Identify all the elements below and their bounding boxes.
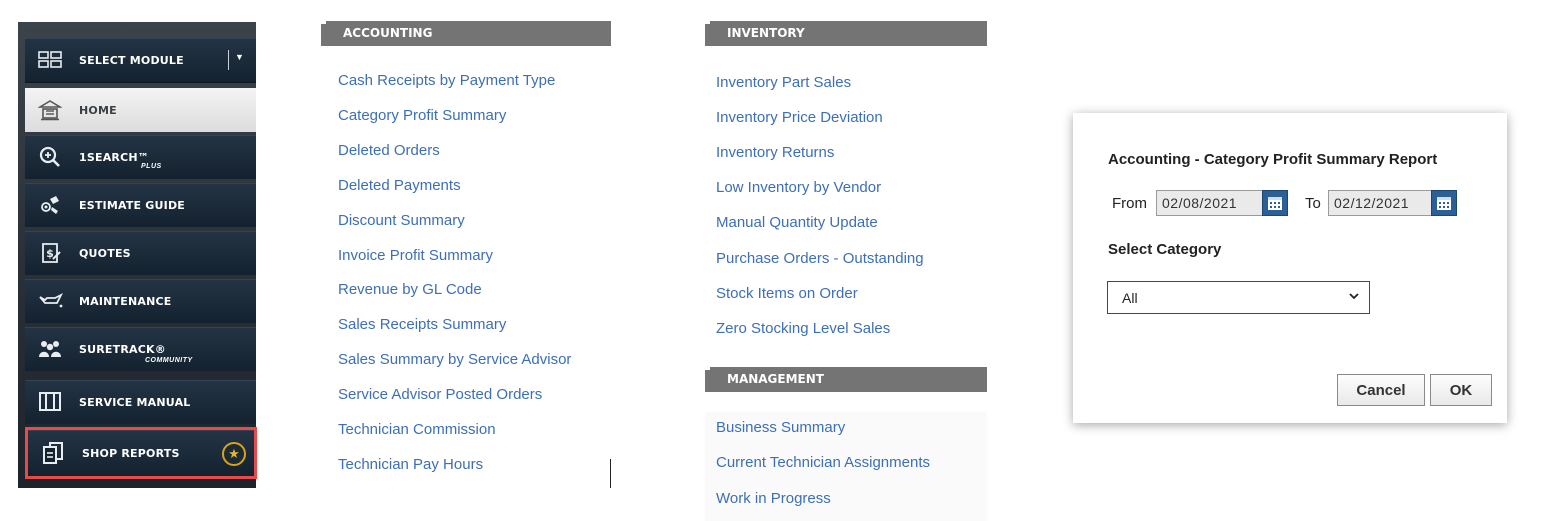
from-date-value: 02/08/2021 bbox=[1162, 195, 1238, 211]
report-link[interactable]: Inventory Returns bbox=[716, 144, 834, 161]
nav-estimate-guide[interactable]: ESTIMATE GUIDE bbox=[25, 183, 256, 227]
home-label: HOME bbox=[79, 103, 117, 117]
favorite-star-icon[interactable]: ★ bbox=[222, 442, 246, 466]
report-link[interactable]: Current Technician Assignments bbox=[716, 454, 930, 471]
report-link[interactable]: Discount Summary bbox=[338, 212, 465, 229]
nav-1search[interactable]: 1SEARCH™ PLUS bbox=[25, 135, 256, 179]
dollar-document-icon: $ bbox=[37, 240, 63, 266]
report-link[interactable]: Deleted Payments bbox=[338, 177, 461, 194]
report-link[interactable]: Inventory Part Sales bbox=[716, 74, 851, 91]
report-link[interactable]: Low Inventory by Vendor bbox=[716, 179, 881, 196]
estimate-guide-label: ESTIMATE GUIDE bbox=[79, 198, 185, 212]
accounting-header: ACCOUNTING bbox=[321, 21, 611, 46]
management-header: MANAGEMENT bbox=[705, 367, 987, 392]
module-sidebar: SELECT MODULE ▼ HOME 1SEARCH™ PLUS ESTIM… bbox=[18, 22, 257, 488]
report-link[interactable]: Category Profit Summary bbox=[338, 107, 506, 124]
maintenance-label: MAINTENANCE bbox=[79, 294, 172, 308]
nav-suretrack[interactable]: SURETRACK® COMMUNITY bbox=[25, 327, 256, 371]
calendar-icon[interactable] bbox=[1431, 190, 1457, 216]
from-date-field[interactable]: 02/08/2021 bbox=[1156, 190, 1288, 216]
category-selected-value: All bbox=[1122, 289, 1138, 306]
chevron-down-icon bbox=[1349, 292, 1369, 303]
select-category-label: Select Category bbox=[1108, 241, 1222, 258]
suretrack-label: SURETRACK® bbox=[79, 342, 166, 356]
report-pages-icon bbox=[40, 440, 66, 466]
quotes-label: QUOTES bbox=[79, 246, 131, 260]
cancel-button[interactable]: Cancel bbox=[1337, 374, 1425, 406]
inventory-header: INVENTORY bbox=[705, 21, 987, 46]
nav-maintenance[interactable]: MAINTENANCE bbox=[25, 279, 256, 323]
report-link[interactable]: Technician Commission bbox=[338, 421, 496, 438]
dialog-title: Accounting - Category Profit Summary Rep… bbox=[1108, 151, 1438, 168]
zoom-search-icon bbox=[37, 144, 63, 170]
report-link[interactable]: Zero Stocking Level Sales bbox=[716, 320, 890, 337]
nav-service-manual[interactable]: SERVICE MANUAL bbox=[25, 380, 256, 424]
report-link[interactable]: Service Advisor Posted Orders bbox=[338, 386, 542, 403]
calendar-icon[interactable] bbox=[1262, 190, 1288, 216]
report-link[interactable]: Revenue by GL Code bbox=[338, 281, 482, 298]
report-link[interactable]: Stock Items on Order bbox=[716, 285, 858, 302]
1search-label: 1SEARCH™ bbox=[79, 150, 149, 164]
oil-can-icon bbox=[37, 288, 63, 314]
report-link[interactable]: Sales Receipts Summary bbox=[338, 316, 506, 333]
book-icon bbox=[37, 389, 63, 415]
category-select[interactable]: All bbox=[1107, 281, 1370, 314]
text-cursor bbox=[610, 459, 611, 488]
nav-quotes[interactable]: $ QUOTES bbox=[25, 231, 256, 275]
report-link[interactable]: Business Summary bbox=[716, 419, 845, 436]
service-manual-label: SERVICE MANUAL bbox=[79, 395, 191, 409]
report-link[interactable]: Sales Summary by Service Advisor bbox=[338, 351, 571, 368]
bank-icon bbox=[37, 97, 63, 123]
report-link[interactable]: Purchase Orders - Outstanding bbox=[716, 250, 924, 267]
report-link[interactable]: Cash Receipts by Payment Type bbox=[338, 72, 555, 89]
report-link[interactable]: Invoice Profit Summary bbox=[338, 247, 493, 264]
report-link[interactable]: Manual Quantity Update bbox=[716, 214, 878, 231]
suretrack-community-label: COMMUNITY bbox=[145, 357, 193, 364]
report-link[interactable]: Inventory Price Deviation bbox=[716, 109, 883, 126]
report-link[interactable]: Work in Progress bbox=[716, 490, 831, 507]
nav-home[interactable]: HOME bbox=[25, 88, 256, 132]
to-date-field[interactable]: 02/12/2021 bbox=[1328, 190, 1457, 216]
1search-plus-label: PLUS bbox=[141, 163, 162, 170]
select-module-button[interactable]: SELECT MODULE ▼ bbox=[25, 38, 256, 83]
select-module-label: SELECT MODULE bbox=[79, 53, 184, 67]
chevron-down-icon[interactable]: ▼ bbox=[235, 52, 249, 66]
report-link[interactable]: Deleted Orders bbox=[338, 142, 440, 159]
from-label: From bbox=[1112, 195, 1147, 212]
community-icon bbox=[37, 336, 63, 362]
car-parts-icon bbox=[37, 192, 63, 218]
divider bbox=[228, 50, 229, 70]
report-parameters-dialog: Accounting - Category Profit Summary Rep… bbox=[1073, 113, 1507, 423]
to-label: To bbox=[1305, 195, 1321, 212]
shop-reports-label: SHOP REPORTS bbox=[82, 446, 180, 460]
to-date-value: 02/12/2021 bbox=[1334, 195, 1410, 211]
nav-shop-reports[interactable]: SHOP REPORTS ★ bbox=[25, 427, 257, 479]
ok-button[interactable]: OK bbox=[1430, 374, 1492, 406]
module-grid-icon bbox=[37, 47, 63, 73]
report-link[interactable]: Technician Pay Hours bbox=[338, 456, 483, 473]
